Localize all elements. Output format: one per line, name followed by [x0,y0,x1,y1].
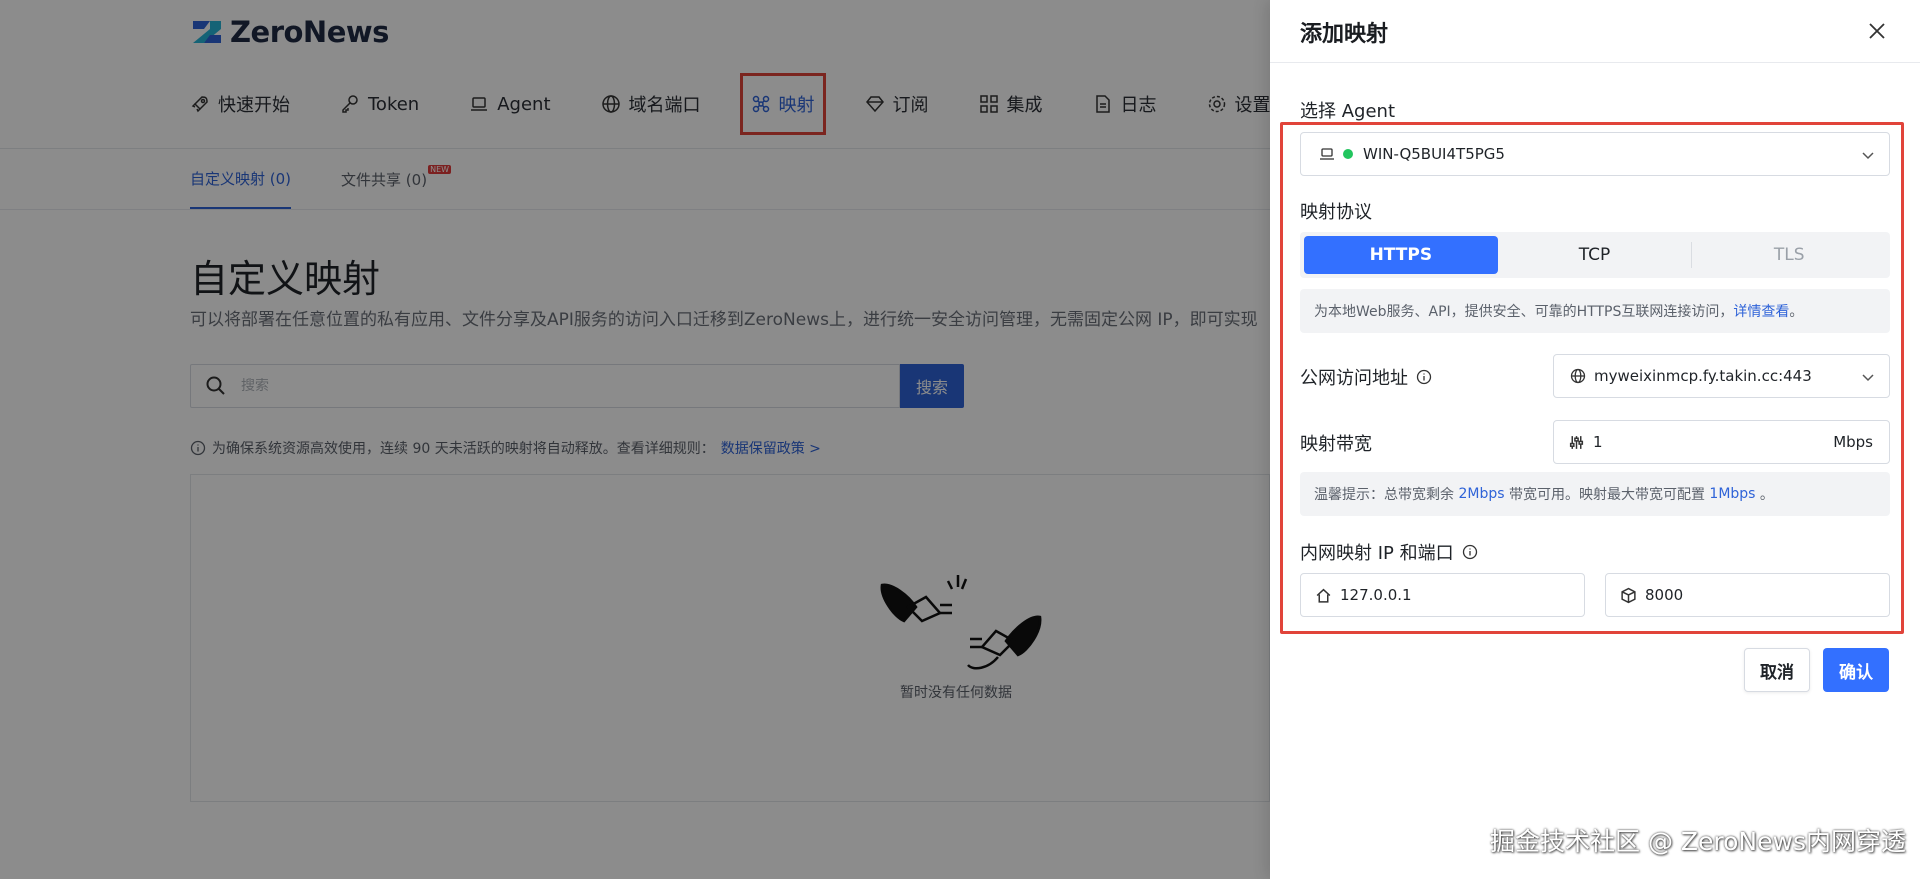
tip-remaining: 2Mbps [1458,486,1505,502]
online-status-dot [1343,149,1353,159]
intranet-port-input[interactable]: 8000 [1605,573,1890,617]
public-address-label: 公网访问地址 [1300,364,1432,390]
laptop-icon [1320,148,1334,160]
port-value: 8000 [1645,586,1684,604]
confirm-button[interactable]: 确认 [1823,648,1889,692]
chevron-down-icon [1862,152,1874,160]
home-icon [1316,588,1331,603]
bandwidth-unit: Mbps [1833,433,1873,451]
agent-label: 选择 Agent [1300,101,1396,122]
bandwidth-value: 1 [1593,433,1603,451]
intranet-label: 内网映射 IP 和端口 [1300,539,1478,565]
info-icon[interactable] [1416,369,1432,385]
agent-select[interactable]: WIN-Q5BUI4T5PG5 [1300,132,1890,176]
close-icon[interactable] [1866,20,1888,42]
protocol-info: 为本地Web服务、API，提供安全、可靠的HTTPS互联网连接访问， 详情查看 … [1300,289,1890,333]
add-mapping-drawer: 添加映射 选择 Agent WIN-Q5BUI4T5PG5 映射协议 HTTPS… [1270,0,1920,879]
tip-prefix: 温馨提示：总带宽剩余 [1314,487,1459,503]
details-link[interactable]: 详情查看 [1733,301,1789,321]
tip-mid: 带宽可用。映射最大带宽可配置 [1504,487,1710,503]
intranet-ip-input[interactable]: 127.0.0.1 [1300,573,1585,617]
info-icon[interactable] [1462,544,1478,560]
public-address-value: myweixinmcp.fy.takin.cc:443 [1594,367,1812,385]
ip-value: 127.0.0.1 [1340,586,1412,604]
public-address-label-text: 公网访问地址 [1300,368,1408,389]
protocol-info-text: 为本地Web服务、API，提供安全、可靠的HTTPS互联网连接访问， [1314,304,1734,320]
intranet-label-text: 内网映射 IP 和端口 [1300,543,1454,564]
bandwidth-label: 映射带宽 [1300,434,1372,455]
public-address-select[interactable]: myweixinmcp.fy.takin.cc:443 [1553,354,1890,398]
sliders-icon [1569,435,1584,449]
bandwidth-tip: 温馨提示：总带宽剩余 2Mbps 带宽可用。映射最大带宽可配置 1Mbps 。 [1300,472,1890,516]
drawer-title: 添加映射 [1300,22,1389,47]
protocol-segmented-control: HTTPS TCP TLS [1300,232,1890,278]
bandwidth-input[interactable]: 1 Mbps [1553,420,1890,464]
tip-max: 1Mbps [1709,486,1756,502]
protocol-label: 映射协议 [1300,202,1372,223]
protocol-https-button[interactable]: HTTPS [1304,236,1498,274]
tip-end: 。 [1755,487,1774,503]
watermark: 掘金技术社区 @ ZeroNews内网穿透 [1490,827,1906,856]
chevron-down-icon [1862,374,1874,382]
modal-overlay[interactable] [0,0,1270,879]
drawer-header: 添加映射 [1270,0,1920,63]
protocol-tls-button[interactable]: TLS [1692,236,1886,274]
protocol-tcp-button[interactable]: TCP [1498,236,1692,274]
globe-icon [1570,368,1586,384]
agent-value: WIN-Q5BUI4T5PG5 [1363,145,1505,163]
protocol-info-end: 。 [1789,304,1804,320]
cancel-button[interactable]: 取消 [1744,648,1810,692]
cube-icon [1621,587,1636,603]
